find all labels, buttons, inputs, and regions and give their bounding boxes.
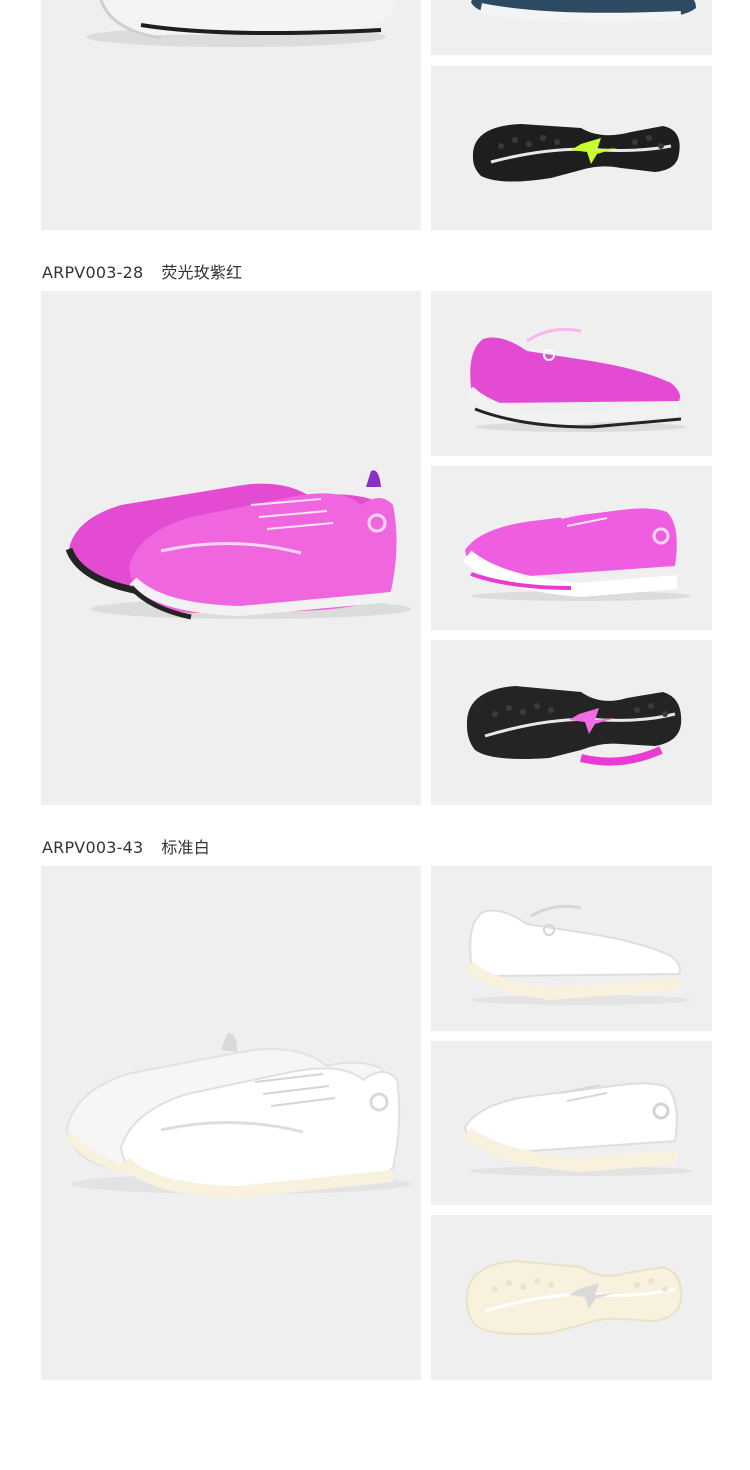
sneaker-outsole-image <box>472 124 680 182</box>
sneaker-pair-image <box>65 470 411 620</box>
sneaker-pair-image <box>86 0 396 47</box>
product-code: ARPV003-28 <box>42 263 144 282</box>
product-side-image-3a <box>431 866 712 1031</box>
sneaker-medial-view-image <box>462 508 691 601</box>
product-main-image-1 <box>41 0 421 230</box>
color-name: 标准白 <box>161 838 210 857</box>
product-code: ARPV003-43 <box>42 838 144 857</box>
sneaker-side-view-image <box>464 904 691 1005</box>
section-label-3: ARPV003-43 标准白 <box>42 834 210 858</box>
sneaker-outsole-image <box>466 686 682 766</box>
product-outsole-image-1 <box>431 66 712 230</box>
sneaker-pair-image <box>65 1033 411 1199</box>
sneaker-side-view-image <box>464 327 686 432</box>
sneaker-medial-view-image <box>462 1082 693 1176</box>
product-main-image-3 <box>41 866 421 1380</box>
product-side-image-2a <box>431 291 712 456</box>
product-main-image-2 <box>41 291 421 805</box>
sneaker-side-view-image <box>471 0 696 23</box>
product-side-image-1a <box>431 0 712 55</box>
product-side-image-2b <box>431 466 712 630</box>
color-name: 荧光玫紫红 <box>161 263 243 282</box>
section-label-2: ARPV003-28 荧光玫紫红 <box>42 259 242 283</box>
product-outsole-image-2 <box>431 640 712 805</box>
product-outsole-image-3 <box>431 1215 712 1380</box>
sneaker-outsole-image <box>465 1259 683 1335</box>
product-side-image-3b <box>431 1041 712 1205</box>
